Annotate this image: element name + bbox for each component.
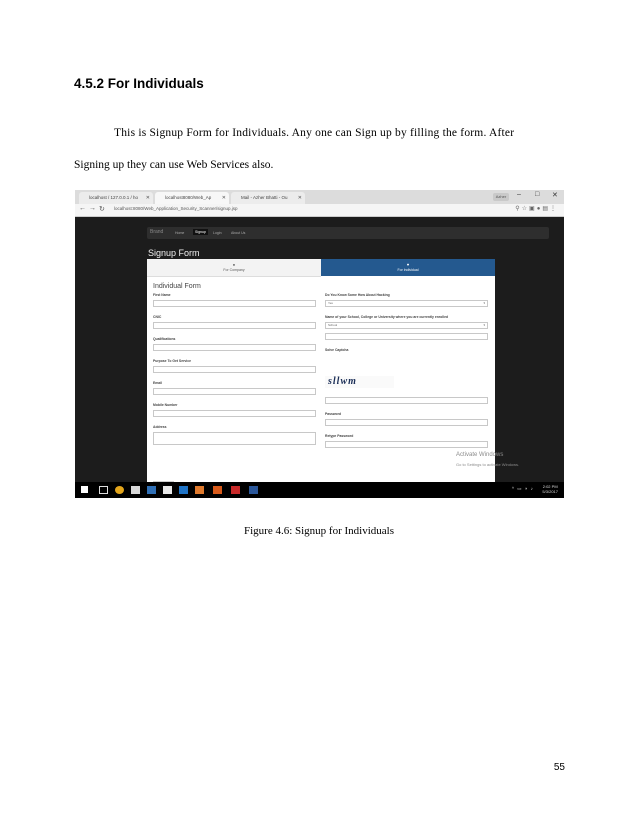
browser-tab-1[interactable]: localhost / 127.0.0.1 / ho ✕: [79, 192, 153, 204]
retype-password-input[interactable]: [325, 441, 488, 448]
clock-date: 5/3/2017: [542, 489, 558, 494]
institution-select[interactable]: School ▾: [325, 322, 488, 329]
browser-tab-bar: localhost / 127.0.0.1 / ho ✕ localhost808…: [75, 190, 564, 204]
paragraph-line-2: Signing up they can use Web Services als…: [74, 159, 274, 171]
address-label: Address: [153, 425, 167, 429]
tab-label: localhost8080/Web_Ap: [165, 195, 212, 200]
system-tray-icons[interactable]: ^ ▭ ◗ ♪: [512, 486, 534, 492]
institution-label: Name of your School, College or Universi…: [325, 315, 449, 319]
signup-panel: ● For Company ♥ For Individual Individua…: [147, 259, 495, 495]
address-bar: ← → ↻ localhost:8080/Web_Application_Sec…: [75, 204, 564, 217]
chevron-down-icon: ▾: [483, 301, 485, 305]
tab-label: localhost / 127.0.0.1 / ho: [89, 195, 139, 200]
user-chip[interactable]: Azher: [493, 193, 509, 201]
mobile-number-input[interactable]: [153, 410, 316, 417]
captcha-image: sllwm: [325, 376, 394, 388]
nav-signup[interactable]: Signup: [193, 229, 208, 235]
activation-watermark-text: Go to Settings to activate Windows.: [456, 462, 520, 467]
qualifications-label: Qualifications: [153, 337, 176, 341]
email-input[interactable]: [153, 388, 316, 395]
email-label: Email: [153, 381, 163, 385]
cnic-input[interactable]: [153, 322, 316, 329]
form-title: Signup Form: [148, 248, 200, 258]
tab-for-company[interactable]: ● For Company: [147, 259, 321, 277]
purpose-input[interactable]: [153, 366, 316, 373]
reload-icon[interactable]: ↻: [99, 205, 105, 213]
tab-label: Mail - Azher Bhatti - Ou: [241, 195, 288, 200]
address-textarea[interactable]: [153, 432, 316, 445]
hacking-knowledge-select[interactable]: Yes ▾: [325, 300, 488, 307]
paragraph-line-1: This is Signup Form for Individuals. Any…: [114, 127, 515, 139]
password-label: Password: [325, 412, 342, 416]
first-name-label: First Name: [153, 293, 171, 297]
task-view-icon[interactable]: [99, 486, 108, 494]
browser-tab-2[interactable]: localhost8080/Web_Ap ✕: [155, 192, 229, 204]
purpose-label: Purpose To Get Service: [153, 359, 191, 363]
signup-screenshot: localhost / 127.0.0.1 / ho ✕ localhost808…: [75, 190, 564, 498]
tab-for-individual[interactable]: ♥ For Individual: [321, 259, 495, 276]
retype-password-label: Retype Password: [325, 434, 354, 438]
nav-login[interactable]: Login: [213, 231, 222, 235]
window-close-icon[interactable]: ✕: [552, 191, 558, 199]
windows-taskbar: ^ ▭ ◗ ♪ 2:02 PM 5/3/2017: [75, 482, 564, 498]
activation-watermark-title: Activate Windows: [456, 452, 504, 458]
tab-label: For Company: [223, 268, 245, 272]
minimize-icon[interactable]: –: [517, 191, 521, 198]
back-icon[interactable]: ←: [79, 205, 86, 212]
start-icon[interactable]: [81, 486, 88, 493]
section-heading: 4.5.2 For Individuals: [74, 76, 204, 91]
url-field[interactable]: localhost:8080/Web_Application_Security_…: [114, 206, 238, 211]
close-icon[interactable]: ✕: [222, 192, 226, 204]
selected-value: Yes: [328, 301, 333, 305]
password-input[interactable]: [325, 419, 488, 426]
cnic-label: CNIC: [153, 315, 162, 319]
selected-value: School: [328, 323, 338, 327]
maximize-icon[interactable]: □: [535, 191, 539, 198]
close-icon[interactable]: ✕: [146, 192, 150, 204]
brand-link[interactable]: Brand: [150, 229, 163, 235]
section-title: Individual Form: [153, 283, 201, 290]
file-explorer-icon[interactable]: [131, 486, 140, 494]
qualifications-input[interactable]: [153, 344, 316, 351]
store-icon[interactable]: [147, 486, 156, 494]
browser-tab-3[interactable]: Mail - Azher Bhatti - Ou ✕: [231, 192, 305, 204]
close-icon[interactable]: ✕: [298, 192, 302, 204]
taskbar-clock[interactable]: 2:02 PM 5/3/2017: [542, 484, 558, 494]
captcha-input[interactable]: [325, 397, 488, 404]
tab-label: For Individual: [397, 268, 419, 272]
pdf-icon[interactable]: [231, 486, 240, 494]
word-icon[interactable]: [249, 486, 258, 494]
captcha-label: Solve Captcha: [325, 348, 349, 352]
site-navbar: Brand Home Signup Login About Us: [147, 227, 549, 239]
institution-input[interactable]: [325, 333, 488, 340]
mail-icon[interactable]: [179, 486, 188, 494]
first-name-input[interactable]: [153, 300, 316, 307]
figure-caption: Figure 4.6: Signup for Individuals: [243, 525, 395, 537]
nav-home[interactable]: Home: [175, 231, 184, 235]
nav-about-us[interactable]: About Us: [231, 231, 245, 235]
chrome-icon[interactable]: [115, 486, 124, 494]
mobile-number-label: Mobile Number: [153, 403, 178, 407]
app-icon[interactable]: [163, 486, 172, 494]
forward-icon[interactable]: →: [89, 205, 96, 212]
hacking-knowledge-label: Do You Know Some How About Hacking: [325, 293, 390, 297]
web-page: Brand Home Signup Login About Us Signup …: [75, 217, 564, 495]
chevron-down-icon: ▾: [483, 323, 485, 327]
powerpoint-icon[interactable]: [213, 486, 222, 494]
page-number: 55: [553, 762, 565, 773]
extension-icons[interactable]: ⚲☆▣●▤⋮: [515, 205, 558, 212]
app-orange-icon[interactable]: [195, 486, 204, 494]
